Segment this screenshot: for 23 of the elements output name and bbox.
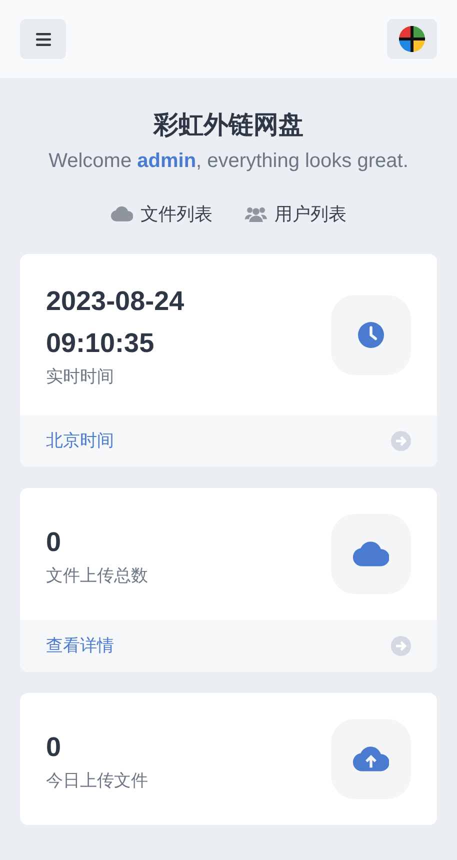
card-footer-link[interactable]: 北京时间 — [20, 415, 437, 467]
stat-label: 实时时间 — [46, 366, 115, 388]
stat-value: 2023-08-24 09:10:35 — [46, 285, 184, 360]
stat-value: 0 — [46, 730, 62, 764]
arrow-right-icon — [391, 636, 411, 656]
cloud-icon — [110, 206, 132, 222]
stat-label: 文件上传总数 — [46, 564, 148, 586]
nav-link[interactable]: 用户列表 — [244, 202, 346, 226]
welcome-message: Welcome admin, everything looks great. — [48, 149, 410, 174]
stat-label: 今日上传文件 — [46, 770, 148, 792]
stat-value: 0 — [46, 526, 62, 558]
menu-button[interactable] — [20, 19, 66, 59]
cloud-icon — [353, 541, 389, 567]
users-icon — [244, 206, 266, 222]
nav-link[interactable]: 文件列表 — [110, 202, 212, 226]
logo-button[interactable] — [387, 19, 437, 59]
page-title: 彩虹外链网盘 — [152, 110, 304, 141]
arrow-right-icon — [391, 431, 411, 451]
clock-icon — [358, 322, 384, 348]
card-footer-link[interactable]: 查看详情 — [20, 620, 437, 672]
color-wheel-icon — [399, 26, 425, 52]
cloud-upload-icon — [353, 746, 389, 772]
menu-icon — [36, 32, 50, 46]
